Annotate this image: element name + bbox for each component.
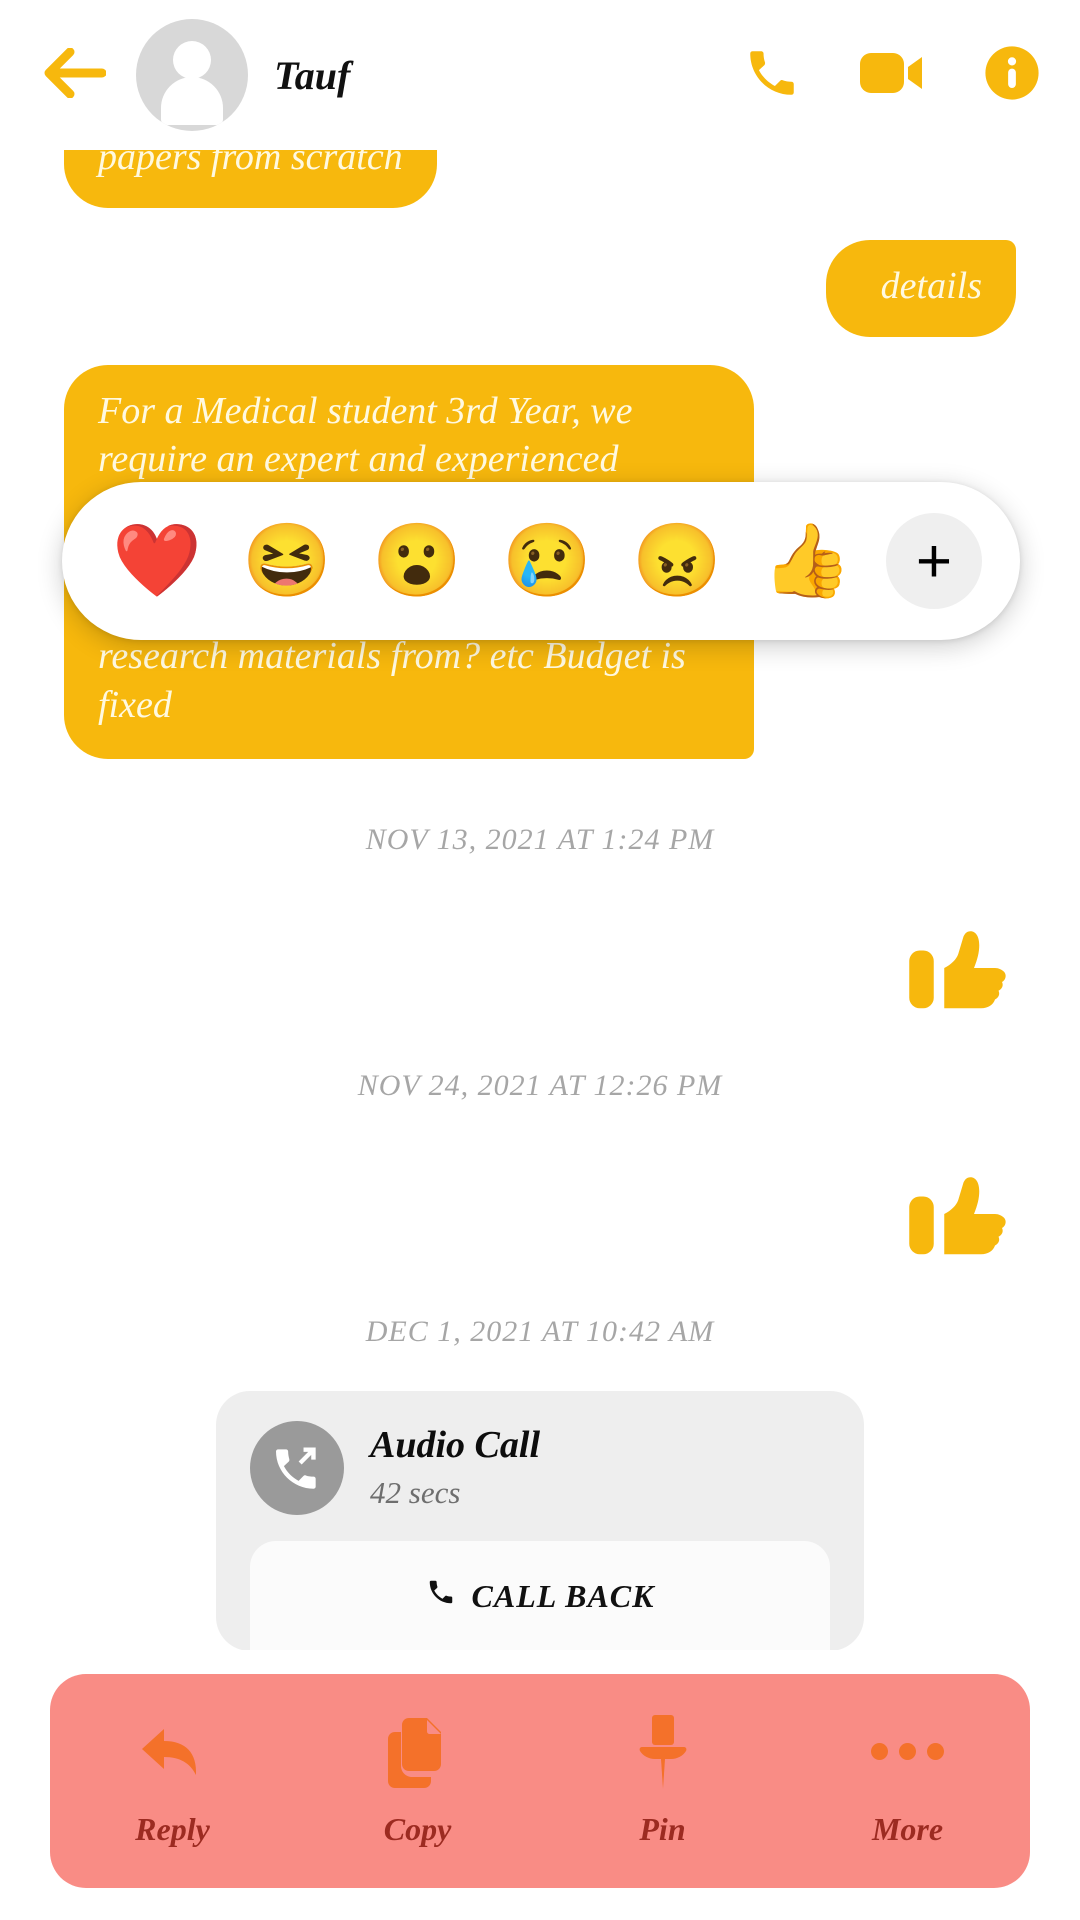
- timestamp: NOV 13, 2021 AT 1:24 PM: [365, 823, 715, 857]
- voice-call-button[interactable]: [740, 43, 804, 107]
- info-circle-icon: [983, 44, 1041, 107]
- avatar[interactable]: [136, 19, 248, 131]
- reaction-angry[interactable]: 😠: [612, 511, 742, 611]
- video-camera-icon: [859, 48, 925, 103]
- arrow-left-icon: [44, 47, 107, 103]
- copy-label: Copy: [383, 1810, 452, 1847]
- phone-icon: [426, 1577, 456, 1615]
- message-text: papers from scratch: [98, 150, 403, 179]
- video-call-button[interactable]: [860, 43, 924, 107]
- phone-icon: [743, 44, 801, 107]
- timestamp: DEC 1, 2021 AT 10:42 AM: [365, 1315, 715, 1349]
- message-text-top: For a Medical student 3rd Year, we requi…: [98, 389, 633, 481]
- chat-screen: Tauf papers from scratch details For a M…: [0, 0, 1080, 1920]
- call-card-header: Audio Call 42 secs: [216, 1421, 864, 1541]
- call-card-text: Audio Call 42 secs: [370, 1424, 540, 1511]
- reaction-thumbsup[interactable]: 👍: [742, 511, 872, 611]
- more-button[interactable]: More: [785, 1674, 1030, 1888]
- reply-arrow-icon: [138, 1715, 208, 1789]
- message-bubble-incoming[interactable]: papers from scratch: [64, 150, 437, 208]
- reply-label: Reply: [135, 1810, 210, 1847]
- outgoing-call-icon: [250, 1421, 344, 1516]
- pin-button[interactable]: Pin: [540, 1674, 785, 1888]
- message-row: papers from scratch: [0, 150, 1080, 208]
- plus-icon[interactable]: +: [886, 513, 982, 609]
- header-actions: [740, 43, 1044, 107]
- ellipsis-icon: [871, 1715, 944, 1789]
- message-text-bottom: research materials from? etc Budget is f…: [98, 634, 686, 726]
- pushpin-icon: [636, 1714, 690, 1789]
- call-back-button[interactable]: CALL BACK: [250, 1541, 830, 1650]
- message-text: details: [880, 265, 982, 307]
- reaction-sad[interactable]: 😢: [482, 511, 612, 611]
- contact-info-button[interactable]: [980, 43, 1044, 107]
- audio-call-card[interactable]: Audio Call 42 secs CALL BACK: [216, 1391, 864, 1650]
- call-back-label: CALL BACK: [471, 1577, 655, 1614]
- person-placeholder-body: [161, 77, 223, 125]
- call-title: Audio Call: [370, 1424, 540, 1467]
- message-action-bar: Reply Copy Pin More: [50, 1674, 1030, 1888]
- call-duration: 42 secs: [370, 1475, 461, 1511]
- back-button[interactable]: [40, 40, 110, 110]
- sticker-row: [0, 905, 1080, 1017]
- reaction-wow[interactable]: 😮: [352, 511, 482, 611]
- reply-button[interactable]: Reply: [50, 1674, 295, 1888]
- thumbs-up-sticker[interactable]: [904, 905, 1016, 1017]
- thumbs-up-sticker[interactable]: [904, 1151, 1016, 1263]
- message-bubble-outgoing[interactable]: details: [826, 240, 1016, 337]
- sticker-row: [0, 1151, 1080, 1263]
- message-row: details: [0, 240, 1080, 337]
- reaction-heart[interactable]: ❤️: [92, 511, 222, 611]
- message-action-bar-wrapper: Reply Copy Pin More: [0, 1650, 1080, 1920]
- reaction-laugh[interactable]: 😆: [222, 511, 352, 611]
- pin-label: Pin: [639, 1810, 686, 1847]
- emoji-reaction-bar[interactable]: ❤️ 😆 😮 😢 😠 👍 +: [62, 482, 1020, 640]
- copy-button[interactable]: Copy: [295, 1674, 540, 1888]
- message-thread[interactable]: papers from scratch details For a Medica…: [0, 150, 1080, 1650]
- timestamp: NOV 24, 2021 AT 12:26 PM: [357, 1069, 723, 1103]
- copy-pages-icon: [387, 1715, 449, 1789]
- more-label: More: [871, 1810, 944, 1847]
- chat-header: Tauf: [0, 0, 1080, 150]
- person-placeholder-icon: [173, 41, 211, 79]
- contact-name[interactable]: Tauf: [274, 52, 350, 99]
